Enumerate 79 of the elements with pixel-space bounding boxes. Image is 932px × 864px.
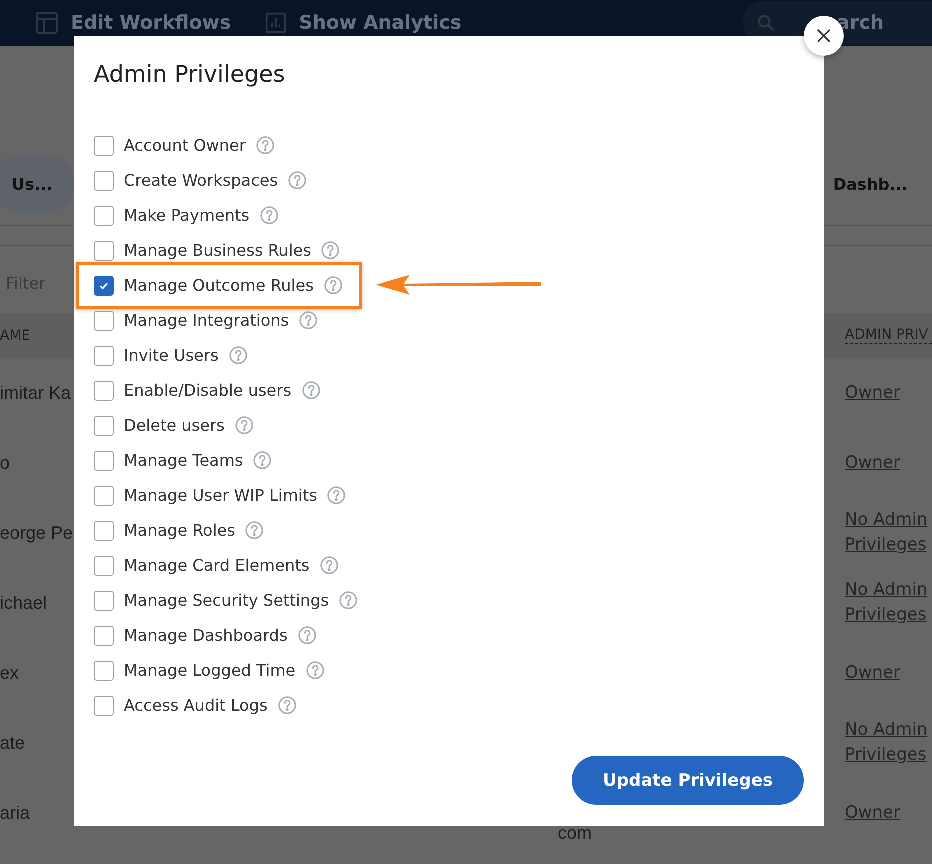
privilege-label: Manage User WIP Limits [124,486,318,505]
privilege-label: Manage Logged Time [124,661,296,680]
column-header: ADMIN PRIV [845,327,932,344]
privilege-label: Manage Integrations [124,311,290,330]
user-name: ex [0,662,20,684]
checkbox[interactable] [94,240,114,260]
privilege-link[interactable]: No Admin Privileges [845,578,932,628]
help-icon[interactable] [228,346,248,365]
table-icon [35,11,59,35]
user-name: aria [0,802,30,824]
dialog-title: Admin Privileges [94,61,286,90]
tab[interactable]: Us... [0,155,75,213]
help-icon[interactable] [234,416,254,435]
help-icon[interactable] [256,136,275,155]
help-icon[interactable] [260,206,279,225]
help-icon[interactable] [253,451,272,470]
privilege-link[interactable]: No Admin Privileges [845,718,932,768]
privilege-label: Make Payments [124,206,250,225]
checkbox[interactable] [94,660,114,680]
user-name: ichael [0,592,48,614]
privilege-label: Manage Security Settings [124,591,330,610]
user-name: o [0,452,10,474]
privilege-label: Enable/Disable users [124,381,292,400]
help-icon[interactable] [320,556,339,575]
checkbox[interactable] [94,556,114,576]
privilege-label: Access Audit Logs [124,696,268,715]
privilege-label: Invite Users [124,346,219,365]
nav-link[interactable]: Edit Workflows [35,11,232,35]
update-button[interactable]: Update Privileges [572,756,804,805]
user-name: eorge Pe [0,522,74,544]
tab[interactable]: Dashb... [833,155,908,213]
privilege-label: Manage Teams [124,451,244,470]
privilege-label: Manage Business Rules [124,241,312,260]
privilege-label: Create Workspaces [124,171,278,190]
checkbox[interactable] [94,486,114,506]
checkbox[interactable] [94,310,114,330]
user-email: com [558,823,592,845]
privilege-link[interactable]: No Admin Privileges [845,508,932,558]
checkbox[interactable] [94,206,114,226]
privilege-link[interactable]: Owner [845,660,932,686]
privilege-label: Manage Card Elements [124,556,310,575]
checkbox[interactable] [94,170,114,190]
checkbox[interactable] [94,520,114,540]
privilege-label: Manage Roles [124,521,236,540]
checkbox[interactable] [94,590,114,610]
column-header: AME [0,328,31,344]
checkbox[interactable] [94,696,114,716]
privilege-label: Manage Outcome Rules [124,276,314,295]
help-icon[interactable] [298,626,317,645]
privilege-link[interactable]: Owner [845,800,932,826]
user-name: ate [0,732,26,754]
help-icon[interactable] [339,591,358,610]
checkbox[interactable] [94,416,114,436]
privilege-label: Manage Dashboards [124,626,288,645]
checkbox[interactable] [94,450,114,470]
help-icon[interactable] [245,521,264,540]
help-icon[interactable] [278,696,297,715]
help-icon[interactable] [324,276,343,295]
bar-chart-icon [265,12,288,34]
close-icon [817,29,831,43]
checkbox[interactable] [94,346,114,366]
help-icon[interactable] [327,486,346,505]
checkbox[interactable] [94,380,114,400]
help-icon[interactable] [321,241,340,260]
privilege-link[interactable]: Owner [845,450,932,476]
arrow-icon [376,273,542,297]
help-icon[interactable] [302,381,321,400]
user-name: imitar Ka [0,382,72,404]
privilege-label: Account Owner [124,136,246,155]
nav-link[interactable]: Show Analytics [265,12,462,34]
privilege-label: Delete users [124,416,225,435]
privilege-link[interactable]: Owner [845,380,932,406]
checkbox[interactable] [94,136,114,156]
help-icon[interactable] [288,171,308,190]
checkbox[interactable] [94,626,114,646]
help-icon[interactable] [306,661,325,680]
checkbox[interactable] [94,276,114,296]
help-icon[interactable] [299,311,318,330]
search-icon [757,14,775,32]
